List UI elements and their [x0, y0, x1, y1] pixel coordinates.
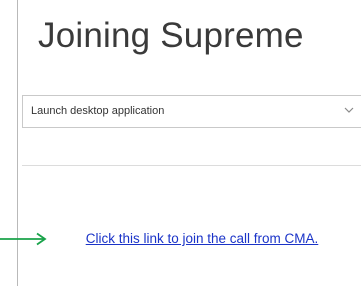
launch-method-selected-value: Launch desktop application	[31, 105, 165, 117]
arrow-right-icon	[0, 232, 47, 246]
screen: Joining Supreme Launch desktop applicati…	[0, 0, 361, 286]
chevron-down-icon	[344, 107, 354, 113]
launch-method-select[interactable]: Launch desktop application	[22, 95, 361, 128]
page-title: Joining Supreme	[38, 16, 304, 55]
join-call-link[interactable]: Click this link to join the call from CM…	[52, 231, 352, 247]
divider	[22, 165, 361, 166]
join-panel: Joining Supreme Launch desktop applicati…	[17, 0, 361, 286]
